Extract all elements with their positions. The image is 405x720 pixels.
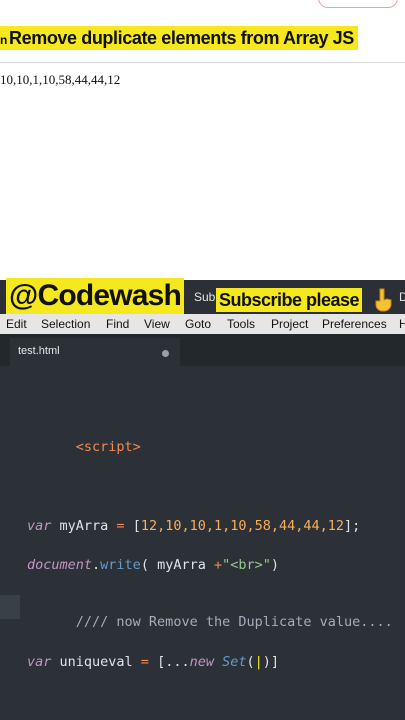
menu-project[interactable]: Project (271, 316, 308, 332)
tab-test-html[interactable]: test.html (10, 338, 180, 366)
close-paren-bracket: )] (262, 654, 280, 670)
channel-name: @Codewash (6, 278, 185, 314)
pointing-down-hand-icon (375, 288, 392, 312)
menu-find[interactable]: Find (106, 316, 129, 332)
menu-view[interactable]: View (144, 316, 170, 332)
edge-text: D (399, 290, 405, 304)
assign-operator-2: = (140, 654, 149, 670)
menu-selection[interactable]: Selection (41, 316, 90, 332)
set-class: Set (213, 654, 247, 670)
code-line-script-tag: <script> (27, 420, 141, 474)
open-paren: ( (246, 654, 255, 670)
subscribe-label: Subscribe please (216, 288, 363, 312)
identifier-uniqueval: uniqueval (51, 654, 141, 670)
bracket-open: [ (124, 518, 141, 534)
var-keyword: var (27, 518, 52, 534)
tab-label: test.html (18, 345, 60, 357)
code-line-array-decl: var myArra = [12,10,10,1,10,58,44,44,12]… (27, 517, 360, 535)
current-line-marker (0, 595, 20, 619)
array-values: 12,10,10,1,10,58,44,44,12 (140, 518, 345, 534)
tab-bar: test.html (0, 334, 405, 366)
code-line-unique: var uniqueval = [...new Set(|)] (27, 653, 279, 671)
new-keyword: new (189, 654, 214, 670)
sub-ghost-text: Sub (194, 290, 216, 304)
assign-operator: = (116, 518, 125, 534)
video-title: Remove duplicate elements from Array JS (9, 28, 354, 48)
menu-goto[interactable]: Goto (185, 316, 211, 332)
text-caret: | (254, 654, 263, 670)
plus-operator: + (213, 557, 223, 573)
comment-text: //// now Remove the Duplicate value.... (75, 614, 393, 630)
menu-preferences[interactable]: Preferences (322, 316, 387, 332)
dot-icon[interactable] (162, 350, 169, 357)
identifier-myarra: myArra (51, 518, 117, 534)
close-paren: ) (270, 557, 280, 573)
var-keyword-2: var (27, 654, 52, 670)
br-string: "<br>" (222, 557, 271, 573)
page-output-text: 10,10,1,10,58,44,44,12 (0, 72, 121, 87)
browser-viewport: n Remove duplicate elements from Array JS… (0, 0, 405, 283)
menu-edit[interactable]: Edit (6, 316, 27, 332)
menu-help-partial[interactable]: H (399, 316, 405, 332)
code-line-comment: //// now Remove the Duplicate value.... (27, 595, 393, 649)
menu-bar: Edit Selection Find View Goto Tools Proj… (0, 314, 405, 334)
args-token: ( myArra (140, 557, 214, 573)
spread-open: [... (148, 654, 190, 670)
browser-button-partial[interactable] (318, 0, 398, 8)
channel-banner: @Codewash Sub Subscribe please D (0, 278, 405, 316)
write-function: write (100, 557, 141, 573)
title-divider (0, 62, 405, 63)
dot-token: . (92, 557, 101, 573)
line-gutter (0, 366, 20, 720)
title-prefix: n (0, 33, 7, 47)
video-title-banner: n Remove duplicate elements from Array JS (0, 26, 358, 50)
menu-tools[interactable]: Tools (227, 316, 255, 332)
script-tag-token: <script> (75, 439, 141, 455)
document-token: document (27, 557, 93, 573)
bracket-close: ]; (344, 518, 361, 534)
code-line-document-write: document.write( myArra +"<br>") (27, 556, 279, 574)
code-editor: Edit Selection Find View Goto Tools Proj… (0, 314, 405, 720)
